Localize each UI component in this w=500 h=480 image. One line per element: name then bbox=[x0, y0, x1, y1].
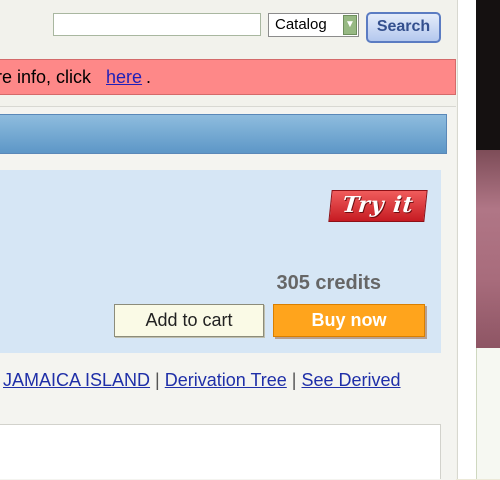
link-derivation-tree[interactable]: Derivation Tree bbox=[165, 370, 287, 390]
link-separator: | bbox=[155, 370, 160, 390]
info-text: re info, click bbox=[0, 67, 92, 87]
catalog-select-value: Catalog bbox=[275, 16, 327, 33]
related-links: JAMAICA ISLAND | Derivation Tree | See Deriv… bbox=[3, 370, 401, 391]
section-header-bar bbox=[0, 114, 447, 154]
search-input[interactable] bbox=[53, 13, 261, 36]
side-photo bbox=[457, 0, 500, 479]
link-see-derived[interactable]: See Derived bbox=[301, 370, 400, 390]
add-to-cart-button[interactable]: Add to cart bbox=[114, 304, 264, 337]
info-end: . bbox=[146, 67, 152, 87]
page: Catalog ▼ Search re info, click here . T… bbox=[0, 0, 457, 480]
photo-image bbox=[476, 0, 500, 348]
link-separator: | bbox=[291, 370, 297, 390]
buy-now-button[interactable]: Buy now bbox=[273, 304, 425, 337]
catalog-select[interactable]: Catalog ▼ bbox=[268, 13, 359, 37]
chevron-down-icon[interactable]: ▼ bbox=[343, 15, 357, 35]
try-it-button[interactable]: Try it bbox=[328, 190, 428, 222]
search-button[interactable]: Search bbox=[366, 12, 441, 43]
info-link-here[interactable]: here bbox=[106, 60, 142, 94]
info-banner: re info, click here . bbox=[0, 59, 456, 95]
link-jamaica-island[interactable]: JAMAICA ISLAND bbox=[3, 370, 150, 390]
photo-footer bbox=[476, 348, 500, 479]
lower-content-box bbox=[0, 424, 441, 479]
price-credits: 305 credits bbox=[276, 272, 381, 294]
